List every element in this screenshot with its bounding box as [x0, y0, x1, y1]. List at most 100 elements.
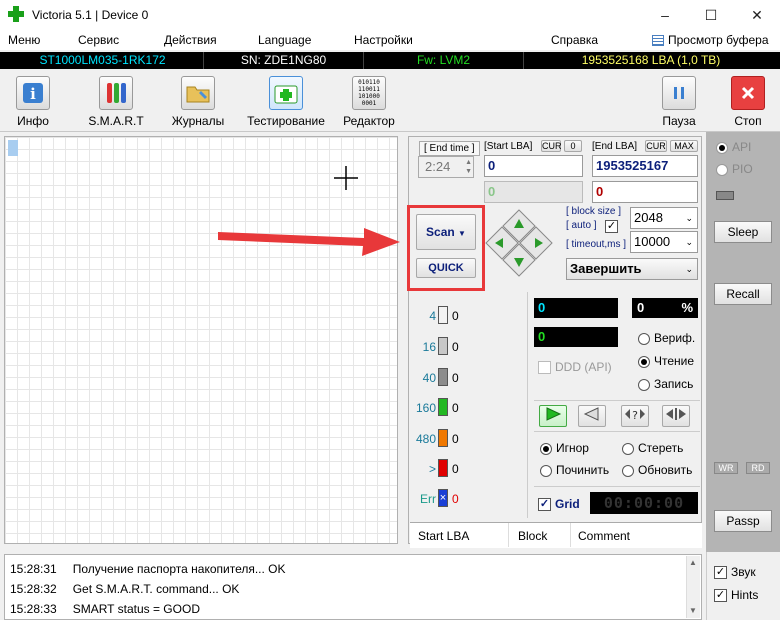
chevron-down-icon: ⌄: [685, 237, 693, 247]
end-time-field[interactable]: 2:24 ▲ ▼: [418, 156, 474, 178]
annotation-highlight-box: [407, 205, 485, 291]
sound-label: Звук: [731, 565, 756, 579]
log-time: 15:28:32: [10, 582, 57, 596]
ignore-option[interactable]: Игнор: [540, 441, 589, 455]
timeout-select[interactable]: 10000 ⌄: [630, 231, 698, 253]
repair-option[interactable]: Починить: [540, 463, 609, 477]
erase-option[interactable]: Стереть: [622, 441, 683, 455]
start-zero-button[interactable]: 0: [564, 140, 582, 152]
logs-button[interactable]: Журналы: [168, 76, 228, 130]
timeout-value: 10000: [634, 234, 671, 249]
logs-label: Журналы: [171, 114, 225, 128]
ddd-api-option[interactable]: DDD (API): [538, 360, 612, 375]
play-forward-button[interactable]: [539, 405, 567, 427]
start-cur-button[interactable]: CUR: [541, 140, 562, 152]
scroll-up-icon[interactable]: ▲: [689, 558, 697, 567]
hints-checkbox: ✓: [714, 589, 727, 603]
block-size-select[interactable]: 2048 ⌄: [630, 207, 698, 229]
auto-checkbox[interactable]: ✓: [605, 220, 618, 234]
menu-item-help[interactable]: Справка: [551, 33, 598, 47]
rd-indicator: RD: [746, 462, 770, 474]
col-comment[interactable]: Comment: [578, 529, 630, 543]
stop-label: Стоп: [734, 114, 762, 128]
pause-icon: [662, 76, 696, 110]
end-time-spinner-icon[interactable]: ▲ ▼: [465, 158, 472, 176]
buffer-view-menu[interactable]: Просмотр буфера: [652, 33, 769, 47]
read-option[interactable]: Чтение: [638, 354, 694, 368]
random-seek-button[interactable]: ?: [621, 405, 649, 427]
editor-label: Редактор: [343, 114, 395, 128]
block-size-label: [ block size ]: [566, 206, 622, 217]
api-option[interactable]: API: [716, 140, 751, 154]
editor-button[interactable]: 010110 110011 101000 0001 Редактор: [340, 76, 398, 130]
repair-radio: [540, 464, 552, 477]
scroll-down-icon[interactable]: ▼: [689, 606, 697, 615]
finish-action-select[interactable]: Завершить ⌄: [566, 258, 698, 280]
recall-button[interactable]: Recall: [714, 283, 772, 305]
direction-pad[interactable]: [484, 208, 554, 278]
legend-swatch: [438, 398, 448, 416]
verify-option[interactable]: Вериф.: [638, 331, 695, 345]
end-time-value: 2:24: [425, 159, 451, 174]
sleep-button[interactable]: Sleep: [714, 221, 772, 243]
verify-label: Вериф.: [654, 331, 696, 345]
auto-label: [ auto ]: [566, 220, 597, 231]
minimize-button[interactable]: –: [642, 0, 688, 30]
col-start-lba[interactable]: Start LBA: [418, 529, 469, 543]
info-button[interactable]: i Инфо: [8, 76, 58, 130]
refresh-radio: [622, 464, 634, 477]
menu-item-menu[interactable]: Меню: [8, 33, 40, 47]
hints-option[interactable]: ✓ Hints: [714, 588, 758, 603]
menu-item-settings[interactable]: Настройки: [354, 33, 413, 47]
pio-option[interactable]: PIO: [716, 162, 753, 176]
play-backward-button[interactable]: [578, 405, 606, 427]
end-cur-button[interactable]: CUR: [645, 140, 667, 152]
legend-row: >0: [414, 459, 464, 479]
end-max-button[interactable]: MAX: [670, 140, 698, 152]
end-lba-input[interactable]: 1953525167: [592, 155, 698, 177]
legend-swatch: [438, 429, 448, 447]
smart-button[interactable]: S.M.A.R.T: [84, 76, 148, 130]
end-lba-secondary[interactable]: 0: [592, 181, 698, 203]
finish-action-value: Завершить: [570, 261, 642, 276]
log-line: 15:28:31 Получение паспорта накопителя...…: [10, 562, 286, 576]
scan-map-grid[interactable]: [4, 136, 398, 544]
binary-editor-icon: 010110 110011 101000 0001: [352, 76, 386, 110]
testing-button[interactable]: Тестирование: [244, 76, 328, 130]
ignore-radio: [540, 442, 552, 455]
legend-count: 0: [452, 309, 459, 323]
legend-label: 160: [415, 401, 436, 415]
testing-label: Тестирование: [247, 114, 325, 128]
end-lba-label: [End LBA]: [592, 141, 638, 152]
menu-item-language[interactable]: Language: [258, 33, 311, 47]
legend-swatch: [438, 368, 448, 386]
refresh-option[interactable]: Обновить: [622, 463, 692, 477]
sound-option[interactable]: ✓ Звук: [714, 565, 756, 580]
grid-option[interactable]: ✓ Grid: [538, 497, 580, 512]
legend-count: 0: [452, 462, 459, 476]
timeout-label: [ timeout,ms ]: [566, 239, 627, 250]
stop-button[interactable]: Стоп: [726, 76, 770, 130]
passp-button[interactable]: Passp: [714, 510, 772, 532]
drive-serial: SN: ZDE1NG80: [204, 52, 364, 69]
start-lba-input[interactable]: 0: [484, 155, 583, 177]
menu-item-service[interactable]: Сервис: [78, 33, 119, 47]
close-window-button[interactable]: ✕: [734, 0, 780, 30]
maximize-button[interactable]: ☐: [688, 0, 734, 30]
api-label: API: [732, 140, 752, 154]
legend-count: 0: [452, 371, 459, 385]
legend-swatch: [438, 459, 448, 477]
sidebar-options: [706, 552, 780, 620]
legend-row: 40 0: [414, 368, 464, 388]
write-option[interactable]: Запись: [638, 377, 693, 391]
butterfly-button[interactable]: [662, 405, 690, 427]
chevron-down-icon: ⌄: [685, 213, 693, 223]
end-time-label: [ End time ]: [419, 141, 480, 156]
legend-swatch: [438, 337, 448, 355]
read-radio: [638, 355, 650, 368]
pause-button[interactable]: Пауза: [656, 76, 702, 130]
col-block[interactable]: Block: [518, 529, 547, 543]
legend-count: 0: [452, 401, 459, 415]
repair-label: Починить: [556, 463, 610, 477]
menu-item-actions[interactable]: Действия: [164, 33, 217, 47]
